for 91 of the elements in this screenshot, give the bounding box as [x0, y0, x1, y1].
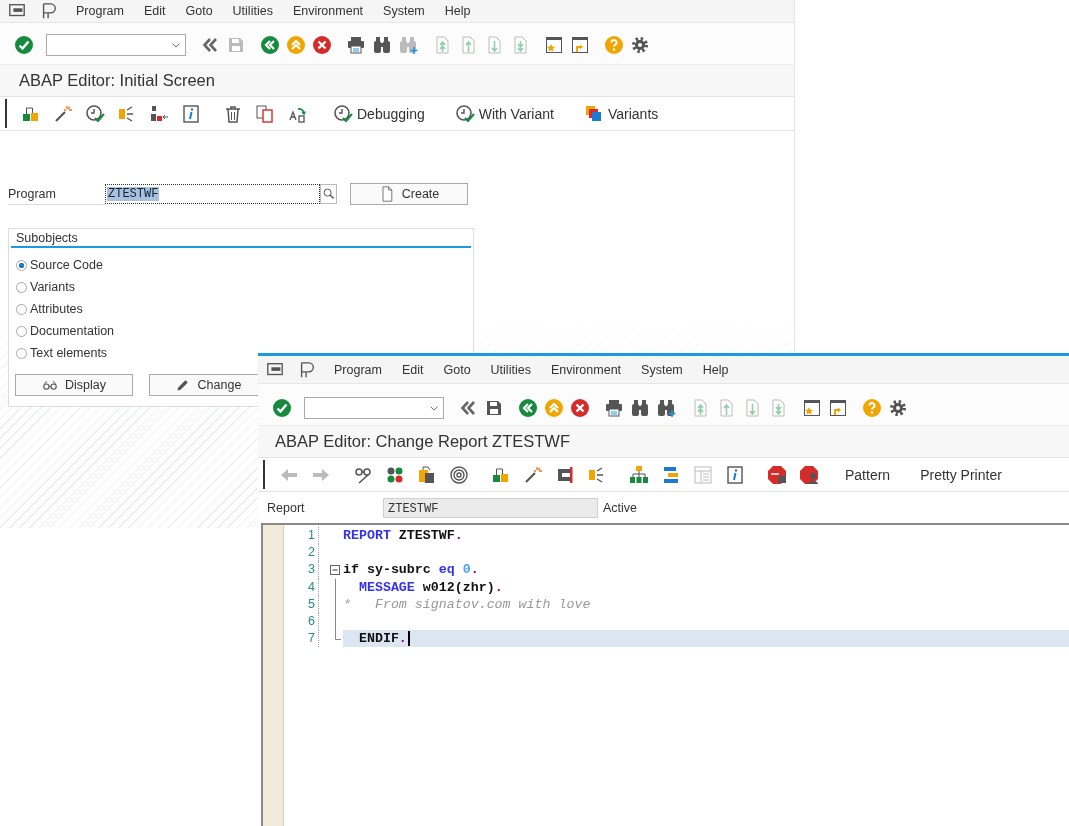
binoculars-plus-icon[interactable]: [656, 397, 676, 418]
radio-label: Documentation: [30, 324, 115, 338]
p-shape-icon[interactable]: [298, 360, 316, 379]
stacked-squares-icon: [583, 103, 604, 124]
p-shape-icon[interactable]: [40, 2, 58, 20]
clock-check-icon[interactable]: [85, 103, 105, 124]
field-label: Report: [267, 499, 306, 517]
screen-title: ABAP Editor: Initial Screen: [19, 71, 215, 90]
create-button[interactable]: Create: [350, 183, 468, 205]
spiral-icon[interactable]: [449, 464, 469, 485]
code-line: if sy-subrc eq 0.: [343, 561, 479, 579]
code-editor[interactable]: 1 REPORT ZTESTWF. 2 3 if sy-subrc eq 0. 4 MESSAGE w012(zhr). 5 * From signatov.com with love 6 7 ENDIF.: [261, 523, 1069, 826]
clipboard-icon[interactable]: [417, 464, 437, 485]
menu-item[interactable]: Goto: [443, 362, 471, 377]
program-field[interactable]: ZTESTWF: [105, 184, 320, 204]
menu-item[interactable]: Help: [444, 4, 471, 18]
group-title: Subobjects: [11, 231, 471, 248]
line-number: 4: [284, 578, 319, 596]
line-number: 7: [284, 630, 319, 648]
menu-item[interactable]: Environment: [550, 362, 622, 377]
print-icon[interactable]: [346, 35, 366, 55]
radio-label: Attributes: [30, 302, 83, 316]
cancel-icon[interactable]: [312, 35, 332, 55]
text-cursor: [407, 631, 410, 647]
org-chart-icon[interactable]: [629, 464, 649, 485]
line-number: 3: [284, 561, 319, 579]
gear-icon[interactable]: [630, 35, 650, 55]
radio-button[interactable]: [16, 259, 27, 271]
menu-item[interactable]: Help: [702, 362, 729, 377]
info-icon[interactable]: [181, 103, 201, 124]
clamp-icon[interactable]: [555, 464, 575, 485]
magic-wand-icon[interactable]: [523, 464, 543, 485]
radio-button[interactable]: [16, 303, 27, 315]
menu-item[interactable]: System: [641, 362, 683, 377]
menu-item[interactable]: Program: [76, 4, 124, 18]
status-text: Active: [603, 500, 638, 515]
line-number: 2: [284, 544, 319, 562]
menu-item[interactable]: Goto: [185, 4, 213, 18]
toolbar-button[interactable]: Pattern: [841, 466, 895, 483]
toolbar-button[interactable]: With Variant: [450, 103, 558, 124]
menu-item[interactable]: Environment: [292, 4, 364, 18]
back-icon[interactable]: [260, 35, 280, 55]
fold-toggle-icon[interactable]: [330, 564, 340, 575]
toolbar-button[interactable]: Pretty Printer: [916, 466, 1006, 483]
radio-label: Source Code: [30, 258, 103, 272]
trash-icon[interactable]: [223, 103, 243, 124]
magic-wand-icon[interactable]: [53, 103, 73, 124]
cancel-icon[interactable]: [570, 397, 590, 418]
stop-sign-screen-icon[interactable]: [767, 464, 787, 485]
code-line: REPORT ZTESTWF.: [343, 527, 463, 545]
toolbar-button[interactable]: Variants: [579, 103, 663, 124]
screen-title: ABAP Editor: Change Report ZTESTWF: [275, 432, 570, 451]
code-line: MESSAGE w012(zhr).: [357, 578, 503, 596]
hierarchy-arrow-icon[interactable]: [149, 103, 169, 124]
gear-icon[interactable]: [888, 397, 908, 418]
command-field[interactable]: [304, 396, 444, 419]
line-number: 5: [284, 595, 319, 613]
radio-label: Variants: [30, 280, 75, 294]
menu-item[interactable]: Edit: [401, 362, 424, 377]
print-icon[interactable]: [604, 397, 624, 418]
report-field[interactable]: ZTESTWF: [383, 497, 598, 518]
menu-item[interactable]: Utilities: [490, 362, 531, 377]
search-button[interactable]: [320, 184, 337, 204]
binoculars-icon[interactable]: [630, 397, 650, 418]
command-field[interactable]: [46, 34, 186, 56]
stacked-bars-icon[interactable]: [661, 464, 681, 485]
code-line: ENDIF.: [357, 630, 407, 648]
line-number: 6: [284, 612, 319, 631]
back-icon[interactable]: [518, 397, 538, 418]
info-icon[interactable]: [725, 464, 745, 485]
action-button[interactable]: Display: [15, 374, 133, 396]
stop-sign-person-icon[interactable]: [799, 464, 819, 485]
menu-item[interactable]: Program: [334, 362, 382, 377]
menu-item[interactable]: Edit: [143, 4, 166, 18]
radio-label: Text elements: [30, 346, 108, 360]
check-icon[interactable]: [272, 397, 292, 418]
radio-button[interactable]: [16, 325, 27, 337]
clock-check-icon: [454, 103, 475, 124]
clock-check-icon: [333, 103, 353, 124]
toolbar-button[interactable]: Debugging: [329, 103, 429, 124]
radio-button[interactable]: [16, 347, 27, 359]
binoculars-icon[interactable]: [372, 35, 392, 55]
code-line: * From signatov.com with love: [343, 595, 591, 613]
menu-item[interactable]: System: [383, 4, 425, 18]
pencil-icon: [174, 377, 191, 393]
line-number: 1: [284, 527, 319, 545]
check-icon[interactable]: [14, 35, 34, 55]
copy-icon[interactable]: [255, 103, 275, 124]
search-icon: [321, 187, 336, 201]
radio-button[interactable]: [16, 281, 27, 293]
menu-item[interactable]: Utilities: [232, 4, 273, 18]
